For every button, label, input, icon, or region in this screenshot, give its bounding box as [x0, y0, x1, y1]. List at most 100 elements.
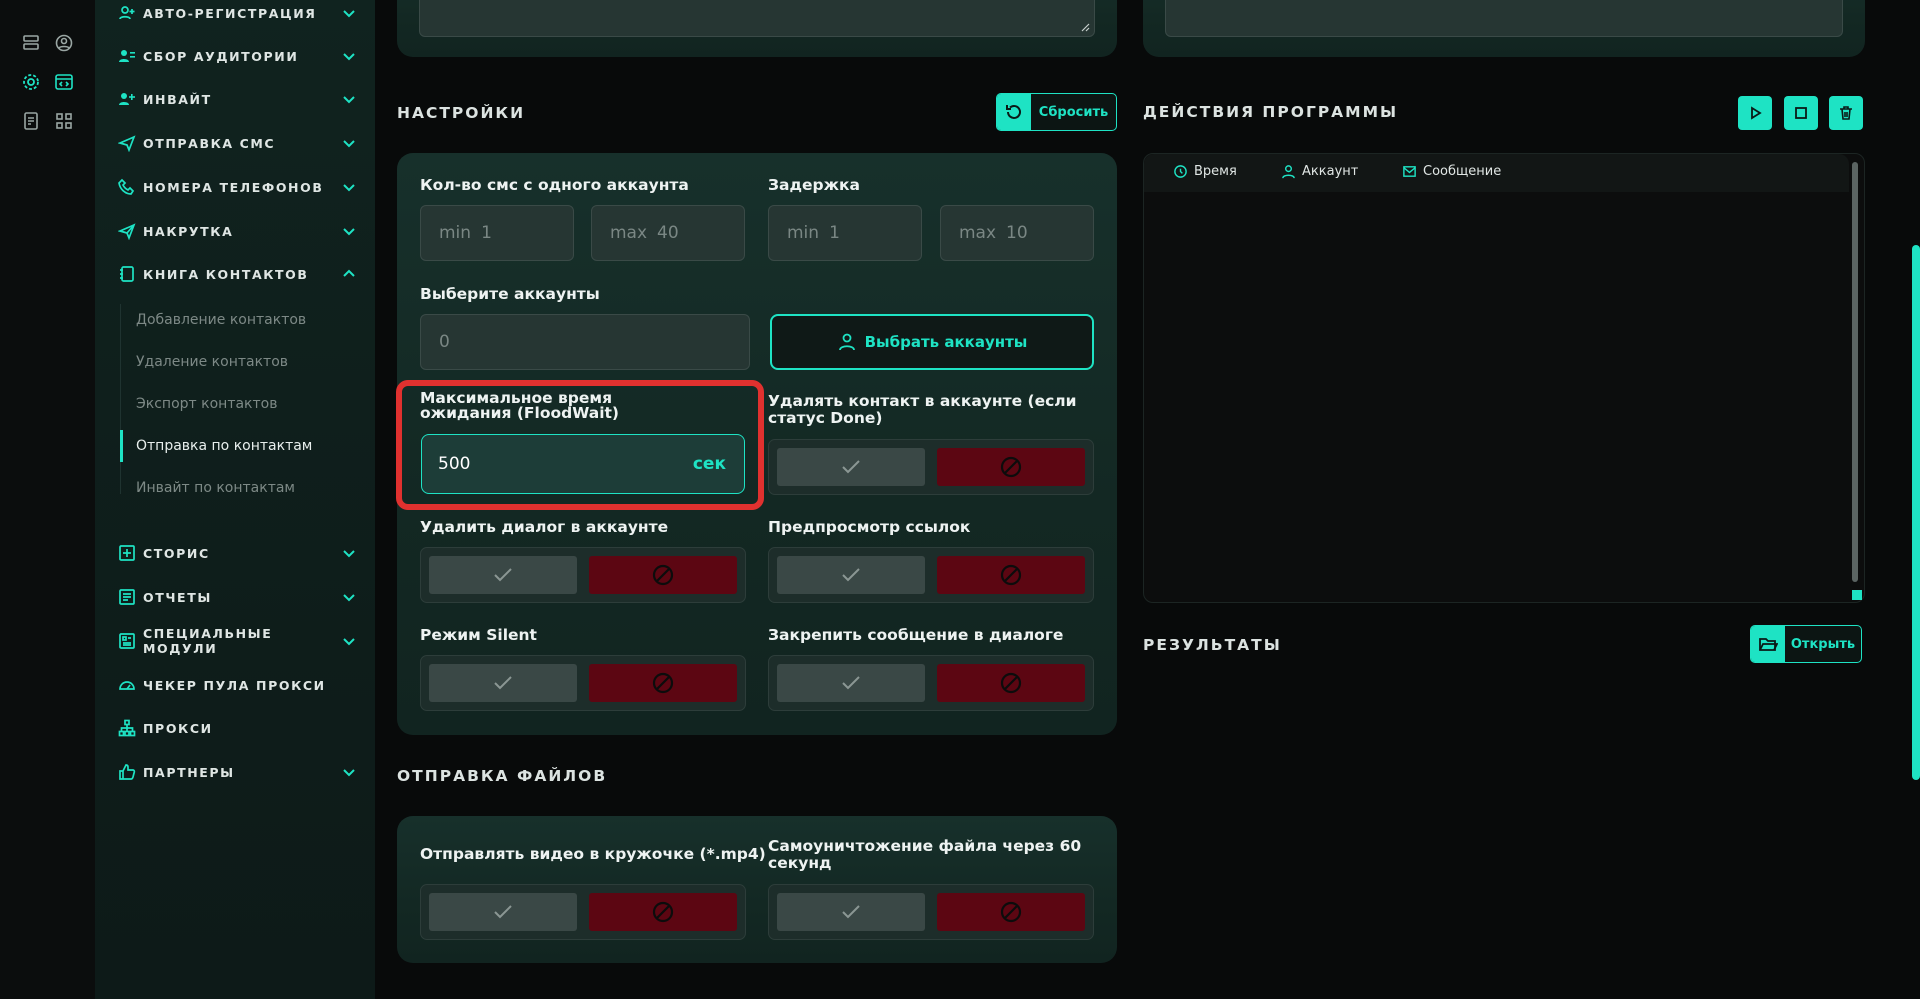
check-icon [842, 676, 860, 690]
check-icon [842, 905, 860, 919]
subnav-delete-contacts[interactable]: Удаление контактов [120, 346, 360, 378]
document-list-icon[interactable] [20, 110, 42, 132]
select-accounts-button[interactable]: Выбрать аккаунты [770, 314, 1094, 370]
actions-log[interactable]: Время Аккаунт Сообщение [1143, 153, 1865, 603]
database-icon[interactable] [20, 32, 42, 54]
sidebar-item-label: Отчеты [143, 589, 212, 605]
sidebar-item-label: Авто-регистрация [143, 5, 317, 21]
contacts-book-icon [117, 264, 137, 284]
stop-icon [1795, 107, 1807, 119]
disable-button[interactable] [937, 556, 1085, 594]
settings-gear-icon[interactable] [20, 71, 42, 93]
resize-grip-icon[interactable] [1852, 590, 1862, 600]
icon-rail [0, 0, 95, 999]
log-col-account-label: Аккаунт [1302, 164, 1359, 179]
sidebar-item-proxy[interactable]: Прокси [117, 715, 357, 741]
check-icon [494, 568, 512, 582]
disable-button[interactable] [937, 448, 1085, 486]
delete-contact-label: Удалять контакт в аккаунте (если статус … [768, 392, 1077, 427]
enable-button[interactable] [429, 893, 577, 931]
enable-button[interactable] [429, 556, 577, 594]
select-accounts-label: Выбрать аккаунты [864, 333, 1028, 351]
code-window-icon[interactable] [53, 71, 75, 93]
log-col-time-label: Время [1194, 164, 1237, 179]
video-circle-label: Отправлять видео в кружочке (*.mp4) [420, 845, 766, 863]
enable-button[interactable] [777, 556, 925, 594]
sidebar-item-contacts-book[interactable]: Книга контактов [117, 261, 357, 287]
log-scrollbar[interactable] [1852, 162, 1858, 582]
sidebar-item-proxy-checker[interactable]: Чекер пула прокси [117, 672, 357, 698]
stop-button[interactable] [1784, 96, 1818, 130]
delay-max-input[interactable]: max 10 [940, 205, 1094, 261]
log-col-message: Сообщение [1402, 164, 1501, 179]
play-button[interactable] [1738, 96, 1772, 130]
pin-message-toggle [768, 655, 1094, 711]
enable-button[interactable] [777, 664, 925, 702]
sidebar-item-partners[interactable]: Партнеры [117, 759, 357, 785]
min-value: 1 [829, 223, 840, 243]
sidebar-item-auto-registration[interactable]: Авто-регистрация [117, 0, 357, 26]
sidebar-item-boost[interactable]: Накрутка [117, 218, 357, 244]
disable-button[interactable] [589, 556, 737, 594]
subnav-export-contacts[interactable]: Экспорт контактов [120, 388, 360, 420]
plus-square-icon [117, 543, 137, 563]
reset-button[interactable]: Сбросить [996, 93, 1117, 131]
self-destruct-toggle [768, 884, 1094, 940]
subnav-invite-contacts[interactable]: Инвайт по контактам [120, 472, 360, 504]
sidebar-item-label: Партнеры [143, 764, 235, 780]
clear-log-button[interactable] [1829, 96, 1863, 130]
prev-textarea-right[interactable] [1165, 0, 1843, 37]
chevron-down-icon [343, 184, 355, 192]
page-scrollbar[interactable] [1912, 245, 1920, 780]
message-textarea[interactable] [419, 0, 1095, 37]
account-circle-icon[interactable] [53, 32, 75, 54]
link-preview-label: Предпросмотр ссылок [768, 518, 971, 536]
sidebar-item-label: Номера телефонов [143, 179, 324, 195]
settings-title: НАСТРОЙКИ [397, 104, 526, 122]
disable-button[interactable] [937, 893, 1085, 931]
pin-message-label: Закрепить сообщение в диалоге [768, 626, 1064, 644]
enable-button[interactable] [429, 664, 577, 702]
sidebar-item-phones[interactable]: Номера телефонов [117, 174, 357, 200]
sms-max-input[interactable]: max 40 [591, 205, 745, 261]
enable-button[interactable] [777, 448, 925, 486]
disable-button[interactable] [589, 893, 737, 931]
disable-button[interactable] [937, 664, 1085, 702]
resize-handle-icon[interactable] [1080, 22, 1090, 32]
open-results-button[interactable]: Открыть [1750, 625, 1862, 663]
silent-mode-label: Режим Silent [420, 626, 537, 644]
prohibited-icon [1000, 672, 1022, 694]
sms-min-input[interactable]: min 1 [420, 205, 574, 261]
log-col-message-label: Сообщение [1423, 164, 1502, 179]
disable-button[interactable] [589, 664, 737, 702]
user-plus-icon [117, 3, 137, 23]
subnav-add-contacts[interactable]: Добавление контактов [120, 304, 360, 336]
video-circle-toggle [420, 884, 746, 940]
sidebar-item-audience[interactable]: Сбор аудитории [117, 43, 357, 69]
delete-contact-toggle [768, 439, 1094, 495]
prev-card-right [1143, 0, 1865, 57]
grid-apps-icon[interactable] [53, 110, 75, 132]
max-placeholder: max [610, 223, 648, 243]
sidebar-item-special-modules[interactable]: Специальные модули [117, 626, 357, 656]
sidebar-item-reports[interactable]: Отчеты [117, 584, 357, 610]
silent-mode-toggle [420, 655, 746, 711]
self-destruct-label: Самоуничтожение файла через 60 секунд [768, 837, 1082, 872]
log-header: Время Аккаунт Сообщение [1144, 154, 1849, 192]
link-preview-toggle [768, 547, 1094, 603]
sidebar-item-sms[interactable]: Отправка смс [117, 130, 357, 156]
enable-button[interactable] [777, 893, 925, 931]
subnav-send-to-contacts[interactable]: Отправка по контактам [120, 430, 360, 462]
sidebar-item-stories[interactable]: Сторис [117, 540, 357, 566]
sidebar-item-label: Прокси [143, 720, 213, 736]
log-col-time: Время [1173, 164, 1237, 179]
sidebar-item-label: Инвайт [143, 91, 212, 107]
max-value: 10 [1006, 223, 1028, 243]
sidebar-item-label: Отправка смс [143, 135, 276, 151]
users-icon [117, 46, 137, 66]
delay-min-input[interactable]: min 1 [768, 205, 922, 261]
chevron-down-icon [343, 140, 355, 148]
check-icon [494, 676, 512, 690]
sidebar-item-invite[interactable]: Инвайт [117, 86, 357, 112]
accounts-count-input[interactable]: 0 [420, 314, 750, 370]
